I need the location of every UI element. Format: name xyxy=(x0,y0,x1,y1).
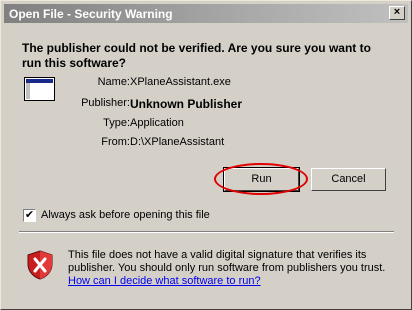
cancel-button[interactable]: Cancel xyxy=(311,168,386,191)
publisher-value: Unknown Publisher xyxy=(130,97,243,111)
always-ask-label[interactable]: Always ask before opening this file xyxy=(41,209,210,221)
run-button-highlight-ellipse xyxy=(214,163,308,195)
from-label: From: xyxy=(101,136,130,148)
separator xyxy=(19,231,394,233)
always-ask-checkbox[interactable]: ✔ xyxy=(23,209,36,222)
name-label: Name: xyxy=(97,76,130,88)
dialog-content: The publisher could not be verified. Are… xyxy=(4,26,408,306)
close-button[interactable]: × xyxy=(389,6,405,20)
shield-warning-icon xyxy=(27,250,53,280)
from-value: D:\XPlaneAssistant xyxy=(130,136,225,148)
name-value: XPlaneAssistant.exe xyxy=(130,76,231,88)
title-bar[interactable]: Open File - Security Warning × xyxy=(4,4,408,23)
checkmark-icon: ✔ xyxy=(24,209,35,221)
security-warning-dialog: Open File - Security Warning × The publi… xyxy=(0,0,412,310)
warning-heading: The publisher could not be verified. Are… xyxy=(22,41,371,70)
type-value: Application xyxy=(130,117,184,129)
signature-warning-text: This file does not have a valid digital … xyxy=(68,249,386,274)
type-label: Type: xyxy=(103,117,130,129)
close-icon: × xyxy=(393,6,401,18)
publisher-label: Publisher: xyxy=(81,97,130,109)
window-title: Open File - Security Warning xyxy=(9,7,173,21)
help-link[interactable]: How can I decide what software to run? xyxy=(68,275,261,287)
